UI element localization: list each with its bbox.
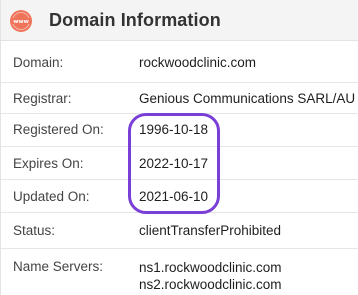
name-servers-label: Name Servers: — [13, 259, 104, 274]
registered-on-row: Registered On: 1996-10-18 — [1, 114, 358, 147]
registrar-row: Registrar: Genious Communications SARL/A… — [1, 83, 358, 114]
expires-on-label: Expires On: — [13, 156, 84, 171]
updated-on-row: Updated On: 2021-06-10 — [1, 180, 358, 213]
domain-row: Domain: rockwoodclinic.com — [1, 41, 358, 83]
status-label: Status: — [13, 223, 56, 238]
www-globe-icon: www — [10, 10, 32, 32]
domain-label: Domain: — [13, 55, 64, 70]
name-server-1: ns1.rockwoodclinic.com — [139, 260, 282, 275]
domain-value: rockwoodclinic.com — [139, 55, 257, 70]
registered-on-label: Registered On: — [13, 122, 104, 137]
status-value: clientTransferProhibited — [139, 223, 282, 238]
panel-title: Domain Information — [49, 10, 221, 30]
domain-information-panel: www Domain Information Domain: rockwoodc… — [0, 0, 358, 295]
registered-on-value: 1996-10-18 — [139, 122, 209, 137]
name-server-2: ns2.rockwoodclinic.com — [139, 277, 282, 292]
name-servers-value: ns1.rockwoodclinic.com ns2.rockwoodclini… — [139, 259, 282, 293]
panel-header: www Domain Information — [1, 0, 358, 41]
status-row: Status: clientTransferProhibited — [1, 213, 358, 249]
www-icon-text: www — [13, 19, 29, 25]
name-servers-row: Name Servers: ns1.rockwoodclinic.com ns2… — [1, 249, 358, 295]
expires-on-value: 2022-10-17 — [139, 156, 209, 171]
registrar-label: Registrar: — [13, 91, 72, 106]
updated-on-label: Updated On: — [13, 189, 90, 204]
updated-on-value: 2021-06-10 — [139, 189, 209, 204]
registrar-value: Genious Communications SARL/AU — [139, 91, 356, 106]
expires-on-row: Expires On: 2022-10-17 — [1, 147, 358, 180]
